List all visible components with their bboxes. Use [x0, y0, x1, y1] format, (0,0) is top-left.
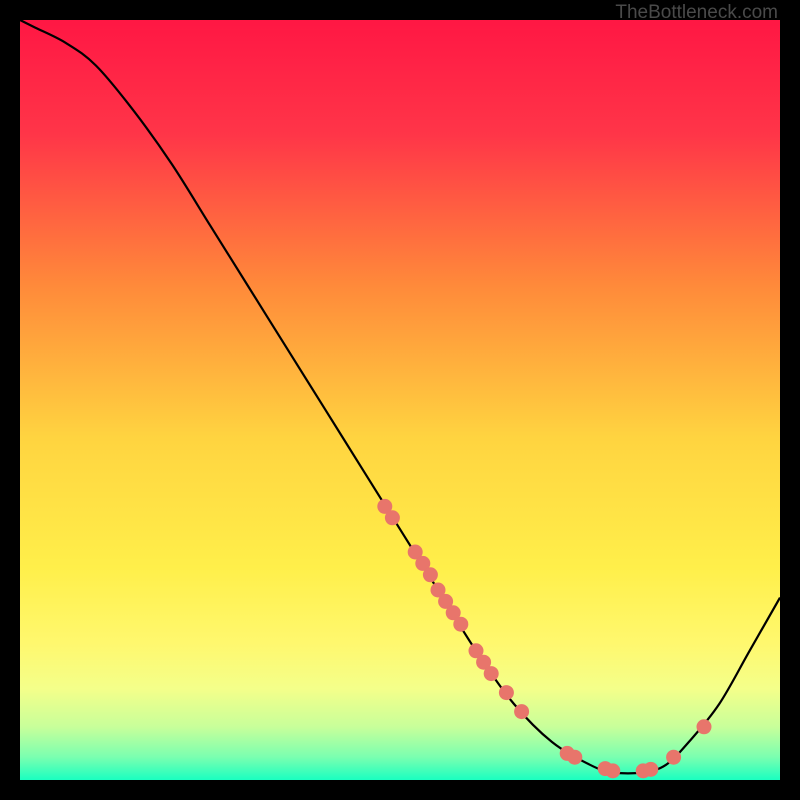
data-marker: [499, 685, 514, 700]
watermark-text: TheBottleneck.com: [615, 2, 778, 24]
data-marker: [514, 704, 529, 719]
data-marker: [697, 719, 712, 734]
data-marker: [605, 763, 620, 778]
data-marker: [643, 762, 658, 777]
data-marker: [666, 750, 681, 765]
chart-svg: [20, 20, 780, 780]
data-marker: [567, 750, 582, 765]
chart-container: TheBottleneck.com: [0, 0, 800, 800]
data-marker: [484, 666, 499, 681]
plot-area: [20, 20, 780, 780]
data-marker: [423, 567, 438, 582]
data-marker: [453, 617, 468, 632]
data-marker: [385, 510, 400, 525]
bottleneck-curve: [20, 20, 780, 773]
